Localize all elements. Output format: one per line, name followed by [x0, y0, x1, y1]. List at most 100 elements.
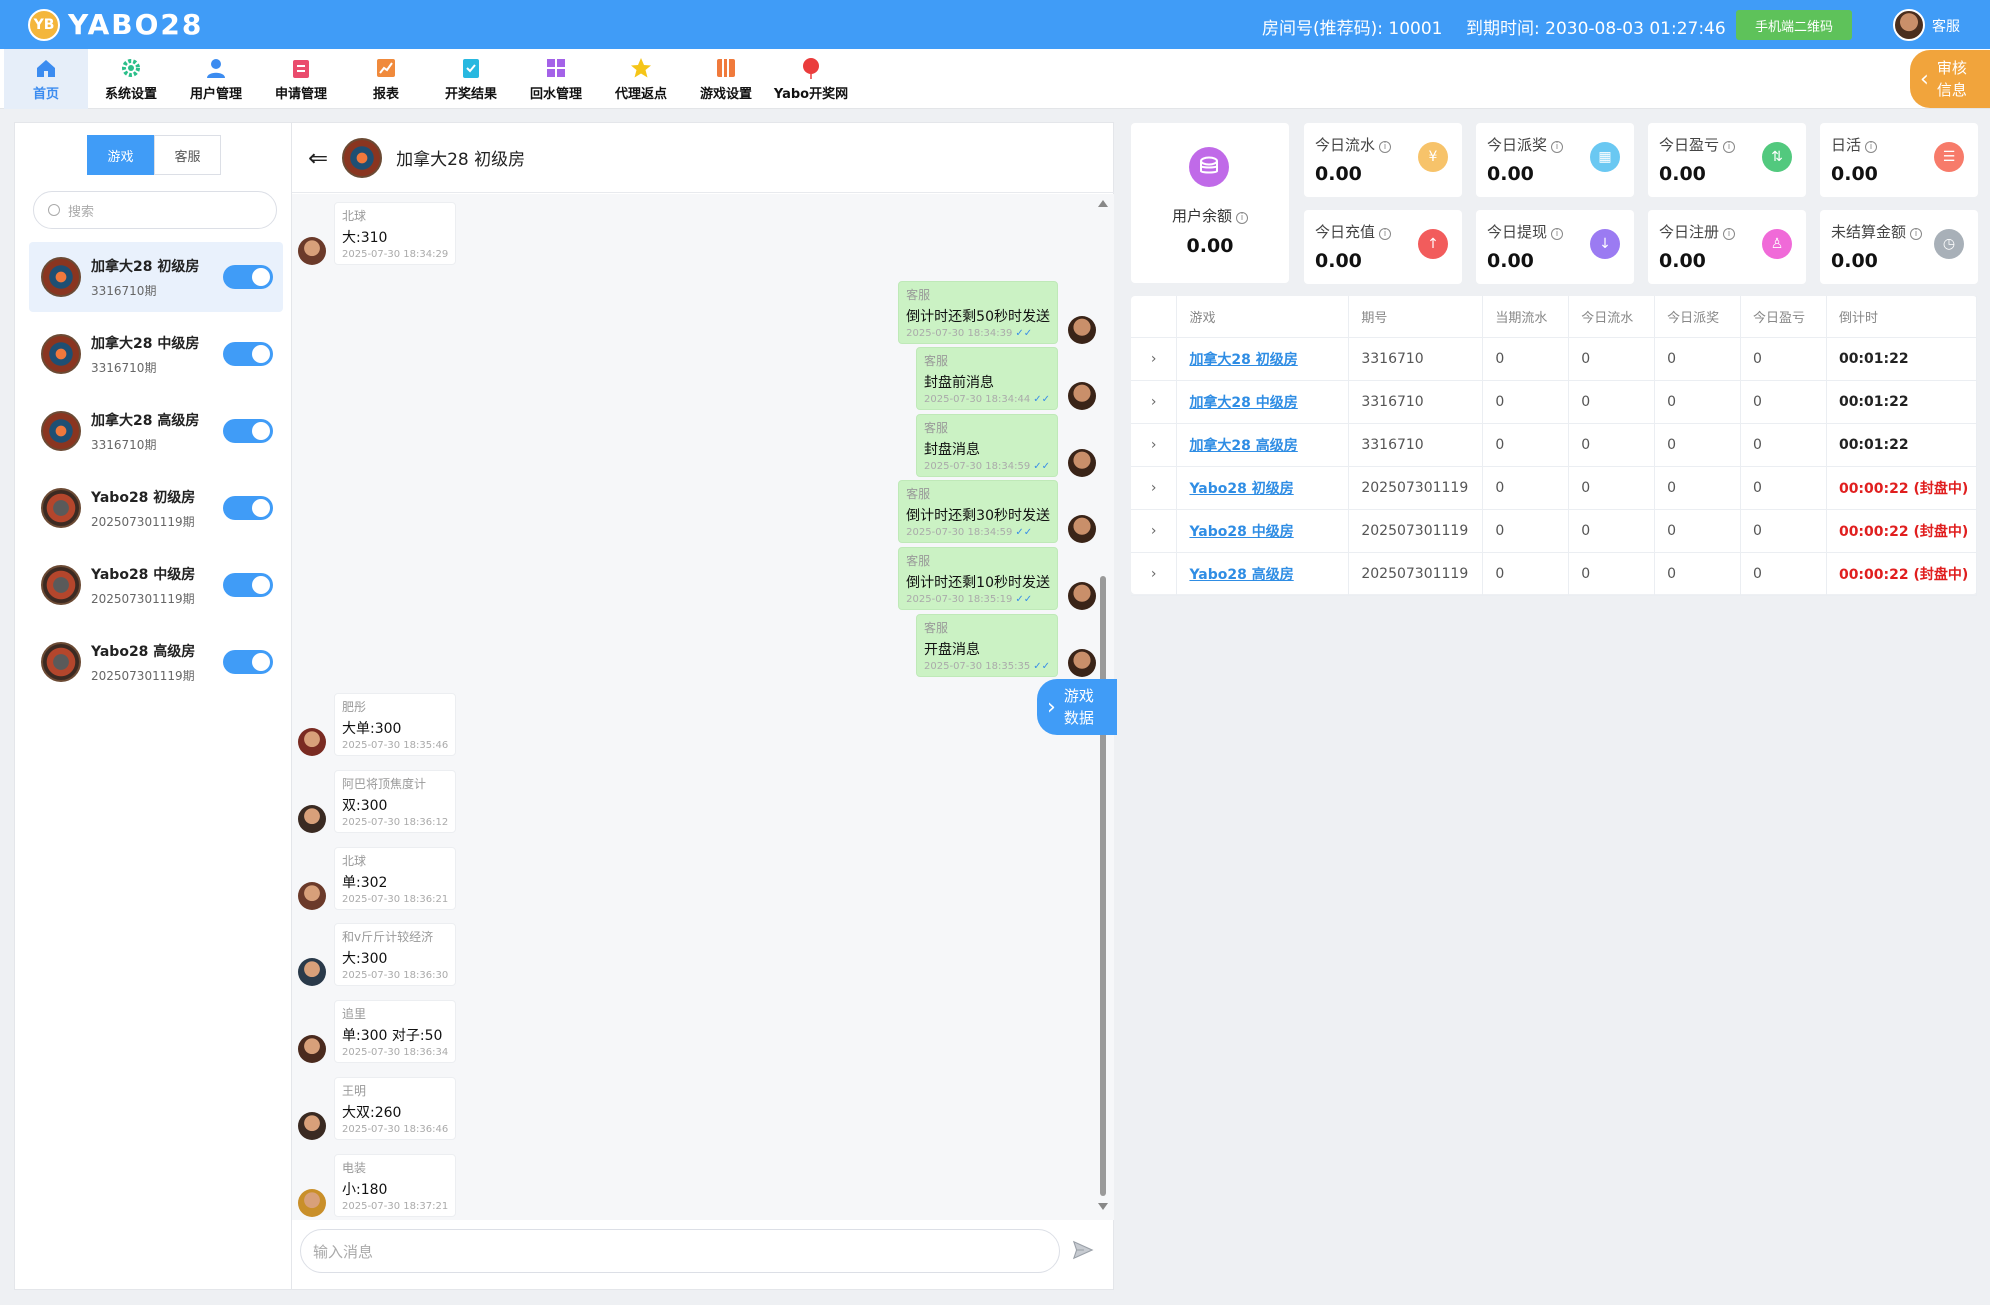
room-avatar: [41, 411, 81, 451]
nav-label: 首页: [32, 87, 59, 102]
expand-icon[interactable]: ›: [1131, 509, 1178, 553]
logo[interactable]: YB YABO28: [28, 8, 203, 41]
room-item[interactable]: Yabo28 高级房 202507301119期: [29, 627, 283, 697]
game-data-tab[interactable]: › 游戏 数据: [1037, 679, 1117, 735]
room-toggle[interactable]: [223, 419, 273, 443]
room-toggle[interactable]: [223, 573, 273, 597]
current-turnover-cell: 0: [1482, 552, 1570, 596]
info-icon[interactable]: i: [1379, 228, 1392, 240]
expand-icon[interactable]: ›: [1131, 466, 1178, 510]
room-item[interactable]: 加拿大28 高级房 3316710期: [29, 396, 283, 466]
period-cell: 202507301119: [1348, 552, 1484, 596]
qr-code-button[interactable]: 手机端二维码: [1736, 10, 1852, 40]
nav-item-0[interactable]: 首页: [4, 49, 88, 109]
scroll-thumb[interactable]: [1100, 576, 1106, 1196]
info-icon[interactable]: i: [1910, 228, 1923, 240]
expand-icon[interactable]: ›: [1131, 380, 1178, 424]
table-row[interactable]: › Yabo28 初级房 202507301119 0 0 0 0 00:00:…: [1131, 466, 1978, 510]
chat-message: 阿巴将顶焦度计 双:300 2025-07-30 18:36:12: [298, 770, 457, 833]
table-row[interactable]: › 加拿大28 中级房 3316710 0 0 0 0 00:01:22: [1131, 380, 1978, 424]
game-link[interactable]: 加拿大28 高级房: [1189, 438, 1297, 454]
info-icon[interactable]: i: [1723, 141, 1736, 153]
room-item[interactable]: 加拿大28 中级房 3316710期: [29, 319, 283, 389]
nav-item-4[interactable]: 报表: [344, 49, 428, 109]
nav-item-9[interactable]: Yabo开奖网: [769, 49, 853, 109]
room-name: Yabo28 初级房: [91, 489, 196, 506]
room-toggle[interactable]: [223, 342, 273, 366]
game-link[interactable]: 加拿大28 初级房: [1189, 352, 1297, 368]
expand-icon[interactable]: ›: [1131, 423, 1178, 467]
room-item[interactable]: Yabo28 初级房 202507301119期: [29, 473, 283, 543]
info-icon[interactable]: i: [1551, 228, 1564, 240]
nav-item-7[interactable]: 代理返点: [599, 49, 683, 109]
tab-service[interactable]: 客服: [154, 135, 221, 175]
info-icon[interactable]: i: [1551, 141, 1564, 153]
user-name[interactable]: 客服: [1932, 16, 1960, 36]
nav-item-5[interactable]: 开奖结果: [429, 49, 513, 109]
message-list[interactable]: 北球 大:310 2025-07-30 18:34:29 客服 倒计时还剩50秒时…: [292, 194, 1114, 1220]
message-text: 单:302: [342, 875, 388, 891]
nav-item-1[interactable]: 系统设置: [89, 49, 173, 109]
table-row[interactable]: › Yabo28 高级房 202507301119 0 0 0 0 00:00:…: [1131, 552, 1978, 596]
current-turnover-cell: 0: [1482, 423, 1570, 467]
game-link[interactable]: Yabo28 高级房: [1189, 567, 1293, 583]
info-icon[interactable]: i: [1723, 228, 1736, 240]
today-profit-cell: 0: [1740, 423, 1827, 467]
chat-message: 追里 单:300 对子:50 2025-07-30 18:36:34: [298, 1000, 457, 1063]
tab-games[interactable]: 游戏: [87, 135, 154, 175]
message-text: 倒计时还剩10秒时发送: [906, 575, 1050, 591]
game-link[interactable]: Yabo28 中级房: [1189, 524, 1293, 540]
nav-label: 游戏设置: [699, 87, 752, 102]
today-payout-cell: 0: [1654, 423, 1742, 467]
info-icon[interactable]: i: [1379, 141, 1392, 153]
today-profit-cell: 0: [1740, 552, 1827, 596]
room-item[interactable]: Yabo28 中级房 202507301119期: [29, 550, 283, 620]
nav-item-3[interactable]: 申请管理: [259, 49, 343, 109]
nav-item-6[interactable]: 回水管理: [514, 49, 598, 109]
chat-panel: ⇐ 加拿大28 初级房 北球 大:310 2025-07-30 18:34:29…: [292, 122, 1114, 1290]
scroll-down-icon[interactable]: [1098, 1203, 1108, 1210]
chat-message: 客服 开盘消息 2025-07-30 18:35:35 ✓✓: [916, 614, 1096, 677]
game-link[interactable]: 加拿大28 中级房: [1189, 395, 1297, 411]
message-bubble: 北球 大:310 2025-07-30 18:34:29: [334, 202, 457, 265]
checklist-icon: [460, 57, 482, 79]
message-time: 2025-07-30 18:36:34: [342, 1047, 449, 1058]
room-toggle[interactable]: [223, 650, 273, 674]
room-info: 房间号(推荐码): 10001: [1262, 19, 1443, 39]
user-add-icon: ♙: [1762, 229, 1792, 259]
room-item[interactable]: 加拿大28 初级房 3316710期: [29, 242, 283, 312]
message-bubble: 阿巴将顶焦度计 双:300 2025-07-30 18:36:12: [334, 770, 457, 833]
top-bar: YB YABO28 房间号(推荐码): 10001 到期时间: 2030-08-…: [0, 0, 1990, 49]
today-turnover-cell: 0: [1568, 423, 1656, 467]
expand-icon[interactable]: ›: [1131, 552, 1178, 596]
countdown-cell: 00:00:22 (封盘中): [1826, 509, 1978, 553]
nav-item-2[interactable]: 用户管理: [174, 49, 258, 109]
gear-icon: [120, 57, 142, 79]
room-period: 202507301119期: [91, 591, 195, 606]
search-input[interactable]: 搜索: [33, 191, 277, 229]
message-time: 2025-07-30 18:35:19: [906, 594, 1013, 605]
scroll-up-icon[interactable]: [1098, 200, 1108, 207]
message-time: 2025-07-30 18:36:30: [342, 970, 449, 981]
nav-item-8[interactable]: 游戏设置: [684, 49, 768, 109]
message-bubble: 北球 单:302 2025-07-30 18:36:21: [334, 847, 457, 910]
message-input[interactable]: 输入消息: [300, 1229, 1060, 1273]
sender-name: 肥彤: [342, 700, 367, 714]
user-avatar[interactable]: [1893, 9, 1925, 41]
info-icon[interactable]: i: [1236, 212, 1248, 224]
game-link[interactable]: Yabo28 初级房: [1189, 481, 1293, 497]
stat-label: 未结算金额: [1831, 223, 1907, 241]
today-turnover-cell: 0: [1568, 509, 1656, 553]
table-row[interactable]: › 加拿大28 初级房 3316710 0 0 0 0 00:01:22: [1131, 337, 1978, 381]
table-row[interactable]: › Yabo28 中级房 202507301119 0 0 0 0 00:00:…: [1131, 509, 1978, 553]
send-icon[interactable]: [1072, 1239, 1094, 1261]
review-info-tab[interactable]: ‹ 审核 信息: [1910, 50, 1990, 108]
back-arrow-icon[interactable]: ⇐: [308, 144, 328, 172]
room-toggle[interactable]: [223, 265, 273, 289]
table-row[interactable]: › 加拿大28 高级房 3316710 0 0 0 0 00:01:22: [1131, 423, 1978, 467]
room-toggle[interactable]: [223, 496, 273, 520]
list-tabs: 游戏 客服: [87, 135, 221, 175]
chat-message: 和v斤斤计较经济 大:300 2025-07-30 18:36:30: [298, 923, 457, 986]
info-icon[interactable]: i: [1865, 141, 1878, 153]
expand-icon[interactable]: ›: [1131, 337, 1178, 381]
